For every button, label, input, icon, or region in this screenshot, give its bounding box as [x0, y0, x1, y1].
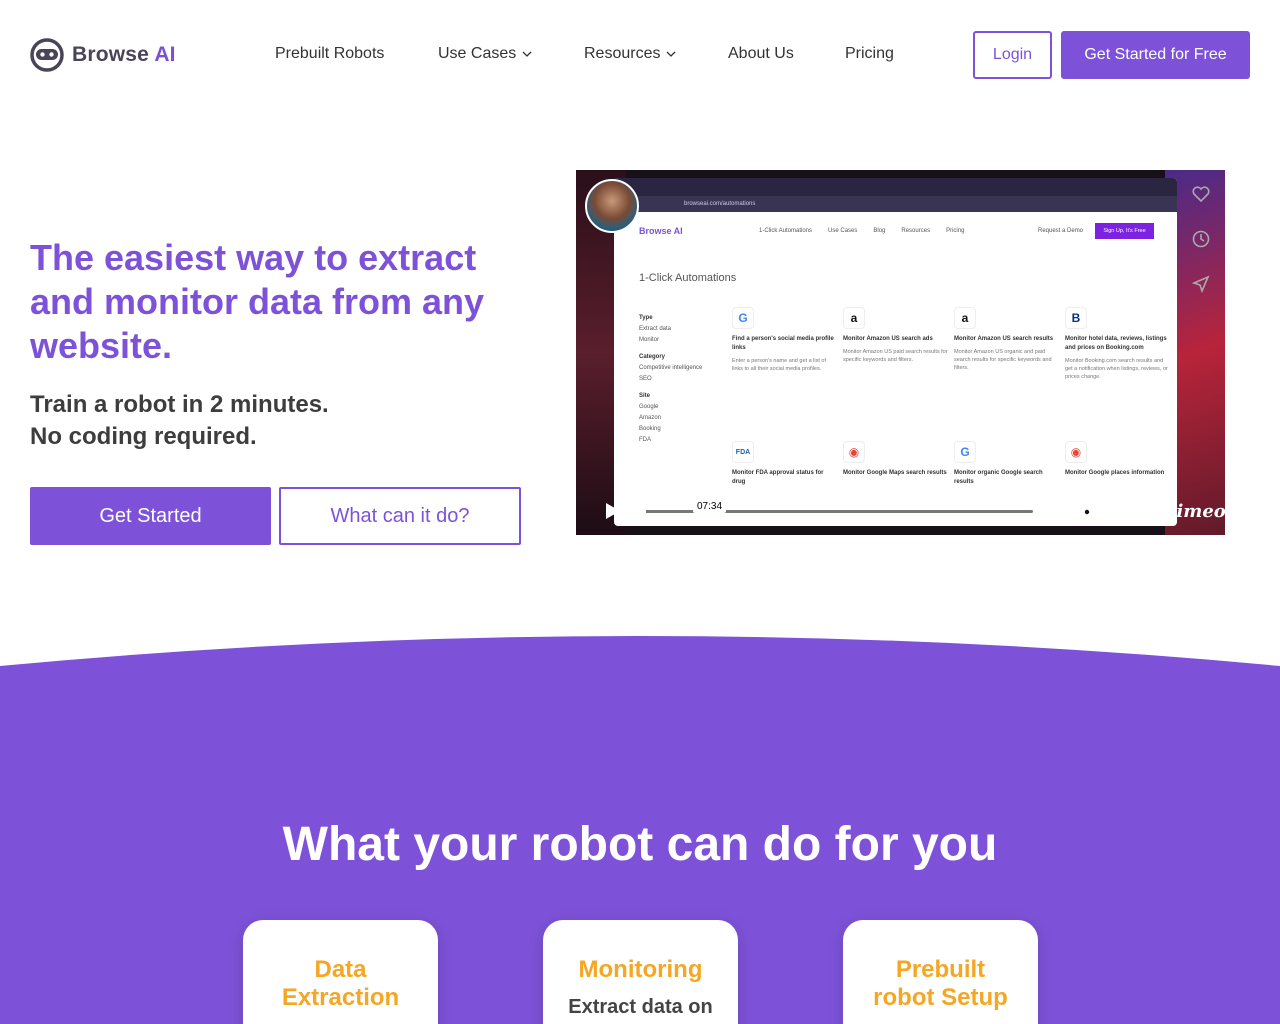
video-progress-fill [642, 510, 646, 513]
site-card: a Monitor Amazon US search ads Monitor Ama… [843, 307, 948, 427]
clock-icon[interactable] [1191, 229, 1211, 249]
map-pin-icon: ◉ [1065, 441, 1087, 463]
google-logo-icon: G [732, 307, 754, 329]
presenter-avatar [585, 179, 639, 233]
site-heading: 1-Click Automations [639, 272, 737, 284]
site-card-grid: G Find a person's social media profile li… [732, 307, 1172, 526]
site-card: G Find a person's social media profile li… [732, 307, 837, 427]
brand-logo[interactable]: Browse AI [30, 38, 176, 72]
site-card: B Monitor hotel data, reviews, listings a… [1065, 307, 1170, 427]
share-icon[interactable] [1191, 274, 1211, 294]
video-player[interactable]: browseai.com/automations Browse AI 1-Cli… [576, 170, 1225, 535]
fullscreen-icon[interactable] [1134, 503, 1152, 521]
feature-card-title: Data Extraction [281, 956, 400, 1011]
nav-item-about-us[interactable]: About Us [728, 45, 794, 63]
nav-item-pricing[interactable]: Pricing [845, 45, 894, 63]
heart-icon[interactable] [1191, 184, 1211, 204]
nav-item-use-cases[interactable]: Use Cases [438, 45, 532, 63]
site-nav: 1-Click Automations Use Cases Blog Resou… [759, 228, 965, 234]
get-started-free-button[interactable]: Get Started for Free [1061, 31, 1250, 79]
map-pin-icon: ◉ [843, 441, 865, 463]
google-logo-icon: G [954, 441, 976, 463]
login-button[interactable]: Login [973, 31, 1052, 79]
video-site-content: Browse AI 1-Click Automations Use Cases … [614, 212, 1177, 485]
video-control-icons: vimeo [1050, 501, 1225, 522]
site-signup-button: Sign Up, It's Free [1095, 223, 1154, 239]
feature-card-description: Extract data on [568, 996, 713, 1018]
hero-subtitle: Train a robot in 2 minutes. No coding re… [30, 389, 510, 453]
hero-subtitle-line-2: No coding required. [30, 423, 257, 450]
what-can-it-do-button[interactable]: What can it do? [279, 487, 521, 545]
fda-logo-icon: FDA [732, 441, 754, 463]
browser-url-bar: browseai.com/automations [614, 196, 1177, 212]
booking-logo-icon: B [1065, 307, 1087, 329]
picture-in-picture-icon[interactable] [1106, 503, 1124, 521]
volume-icon[interactable] [1050, 503, 1068, 521]
site-brand: Browse AI [639, 226, 683, 236]
brand-name: Browse AI [72, 43, 176, 66]
vimeo-logo[interactable]: vimeo [1166, 501, 1225, 522]
site-card: a Monitor Amazon US search results Monitor… [954, 307, 1059, 427]
feature-card-title: Monitoring [578, 956, 703, 983]
video-controls: 07:34 vimeo [592, 496, 1225, 526]
feature-card-data-extraction[interactable]: Data Extraction [243, 920, 438, 1024]
hero-subtitle-line-1: Train a robot in 2 minutes. [30, 391, 329, 418]
amazon-logo-icon: a [954, 307, 976, 329]
play-icon[interactable] [600, 499, 624, 523]
video-browser-frame: browseai.com/automations Browse AI 1-Cli… [614, 178, 1177, 526]
chevron-down-icon [522, 51, 532, 57]
amazon-logo-icon: a [843, 307, 865, 329]
feature-card-monitoring[interactable]: Monitoring Extract data on [543, 920, 738, 1024]
nav-item-resources[interactable]: Resources [584, 45, 676, 63]
site-demo-link: Request a Demo [1038, 228, 1084, 234]
feature-card-title: Prebuilt robot Setup [873, 956, 1008, 1011]
get-started-button[interactable]: Get Started [30, 487, 271, 545]
video-time-badge: 07:34 [693, 500, 727, 513]
robot-logo-icon [30, 38, 64, 72]
chevron-down-icon [667, 51, 676, 57]
nav-item-prebuilt-robots[interactable]: Prebuilt Robots [275, 45, 384, 63]
site-filter-sidebar: Type Extract data Monitor Category Compe… [639, 315, 703, 443]
features-section-title: What your robot can do for you [282, 818, 998, 871]
video-progress-bar[interactable]: 07:34 [642, 500, 1033, 513]
browser-tab-bar [614, 178, 1177, 196]
feature-card-prebuilt-robot-setup[interactable]: Prebuilt robot Setup [843, 920, 1038, 1024]
hero-title: The easiest way to extract and monitor d… [30, 237, 485, 366]
site-header: Browse AI Prebuilt Robots Use Cases Reso… [0, 0, 1280, 110]
settings-gear-icon[interactable] [1078, 503, 1096, 521]
video-side-actions [1191, 184, 1211, 319]
